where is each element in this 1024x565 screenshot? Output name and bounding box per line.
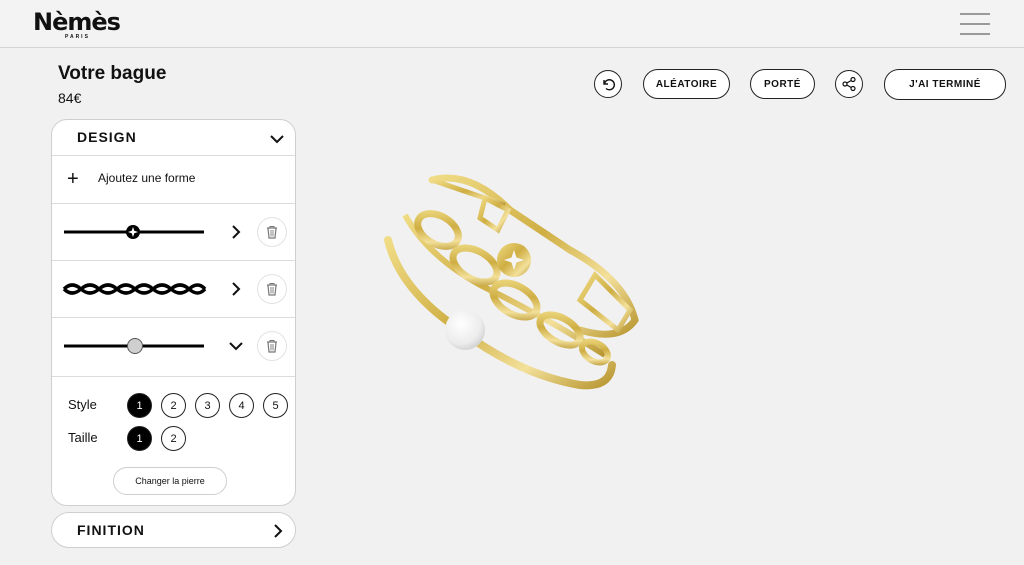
design-panel-header[interactable]: DESIGN — [52, 120, 295, 156]
style-option-5[interactable]: 5 — [263, 393, 288, 418]
trash-icon — [267, 283, 277, 296]
change-stone-button[interactable]: Changer la pierre — [113, 467, 227, 495]
size-label: Taille — [68, 430, 98, 445]
style-label: Style — [68, 397, 97, 412]
finish-button[interactable]: J'AI TERMINÉ — [884, 69, 1006, 100]
share-button[interactable] — [835, 70, 863, 98]
size-option-2[interactable]: 2 — [161, 426, 186, 451]
plus-icon: + — [67, 168, 79, 190]
delete-shape-button-2[interactable] — [257, 274, 287, 304]
price: 84€ — [58, 90, 82, 106]
shape-preview-line-bead[interactable] — [62, 335, 208, 357]
delete-shape-button-3[interactable] — [257, 331, 287, 361]
chevron-right-icon[interactable] — [228, 224, 244, 240]
chevron-right-icon — [274, 524, 283, 538]
trash-icon — [267, 340, 277, 353]
shape-preview-braid[interactable] — [62, 278, 208, 300]
worn-view-button[interactable]: PORTÉ — [750, 69, 815, 99]
shape-row-1 — [52, 204, 295, 261]
design-panel-title: DESIGN — [77, 129, 137, 145]
add-shape-label: Ajoutez une forme — [98, 171, 196, 185]
shape-preview-line-star[interactable] — [62, 221, 208, 243]
share-icon — [842, 76, 856, 92]
add-shape-row[interactable]: + Ajoutez une forme — [52, 156, 295, 204]
trash-icon — [267, 226, 277, 239]
logo-subtitle: PARIS — [65, 34, 90, 40]
size-option-1[interactable]: 1 — [127, 426, 152, 451]
style-option-4[interactable]: 4 — [229, 393, 254, 418]
page-title: Votre bague — [58, 63, 167, 84]
style-option-1[interactable]: 1 — [127, 393, 152, 418]
undo-icon — [603, 79, 616, 91]
finish-panel[interactable]: FINITION — [51, 512, 296, 548]
delete-shape-button-1[interactable] — [257, 217, 287, 247]
finish-panel-title: FINITION — [77, 522, 145, 538]
chevron-down-icon[interactable] — [228, 338, 244, 354]
chevron-right-icon[interactable] — [228, 281, 244, 297]
chevron-down-icon — [270, 135, 284, 144]
brand-logo[interactable]: Nèmès PARIS — [33, 9, 129, 43]
shape-row-2 — [52, 261, 295, 318]
ring-3d-preview[interactable] — [380, 170, 642, 395]
top-bar: Nèmès PARIS — [0, 0, 1024, 48]
hamburger-menu-icon[interactable] — [960, 13, 992, 35]
shape-row-3 — [52, 318, 295, 377]
style-option-2[interactable]: 2 — [161, 393, 186, 418]
design-panel: DESIGN + Ajoutez une forme Style 1 2 3 4… — [51, 119, 296, 506]
logo-wordmark: Nèmès — [33, 8, 121, 36]
undo-button[interactable] — [594, 70, 622, 98]
random-button[interactable]: ALÉATOIRE — [643, 69, 730, 99]
style-option-3[interactable]: 3 — [195, 393, 220, 418]
